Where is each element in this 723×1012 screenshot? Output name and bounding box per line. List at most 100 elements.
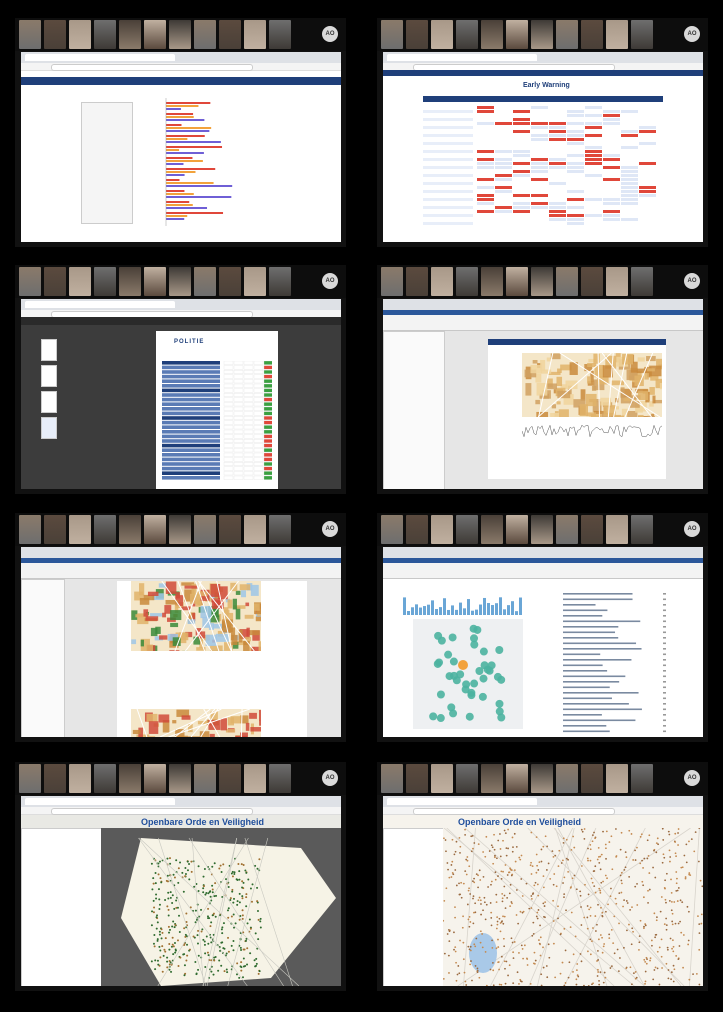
timeline-chart <box>522 424 662 438</box>
ribbon[interactable] <box>383 558 703 579</box>
participant-video <box>506 20 528 49</box>
navigation-pane[interactable] <box>21 579 65 737</box>
mini-histogram <box>403 597 522 615</box>
map-title: Openbare Orde en Veiligheid <box>141 817 265 827</box>
map-image <box>131 581 261 651</box>
shared-screen <box>21 547 341 737</box>
doc-page <box>117 581 307 737</box>
participant-video <box>506 267 528 296</box>
app-bar <box>383 70 703 76</box>
tile-6: AO <box>377 513 708 742</box>
browser-tabs <box>21 299 341 310</box>
layers-panel[interactable] <box>21 828 103 986</box>
participant-strip <box>15 18 346 51</box>
pdf-page: POLITIE <box>156 331 278 489</box>
participant-video <box>381 764 403 793</box>
participant-video <box>606 267 628 296</box>
participant-video <box>169 20 191 49</box>
participant-video <box>269 764 291 793</box>
browser-tabs <box>21 52 341 63</box>
participant-video <box>531 20 553 49</box>
participant-video <box>144 764 166 793</box>
tile-7: AO Openbare Orde en Veiligheid <box>15 762 346 991</box>
participant-video <box>244 515 266 544</box>
participant-video <box>381 515 403 544</box>
participant-video <box>169 764 191 793</box>
participant-video <box>269 267 291 296</box>
participant-video <box>119 515 141 544</box>
participant-video <box>456 20 478 49</box>
participant-video <box>406 515 428 544</box>
map-canvas[interactable] <box>443 828 703 986</box>
address-bar[interactable] <box>383 807 703 815</box>
participant-video <box>194 20 216 49</box>
participant-video <box>269 515 291 544</box>
participant-video <box>194 267 216 296</box>
participant-badge: AO <box>322 26 338 42</box>
participant-video <box>94 20 116 49</box>
participant-video <box>631 515 653 544</box>
participant-video <box>581 764 603 793</box>
shared-screen: POLITIE <box>21 299 341 489</box>
shared-screen <box>383 299 703 489</box>
ribbon[interactable] <box>383 310 703 331</box>
tile-3: AO POLITIE <box>15 265 346 494</box>
participant-video <box>406 20 428 49</box>
window-title <box>383 299 703 310</box>
participant-badge: AO <box>684 26 700 42</box>
tile-8: AO Openbare Orde en Veiligheid <box>377 762 708 991</box>
participant-video <box>456 764 478 793</box>
participant-video <box>556 20 578 49</box>
layers-panel[interactable] <box>383 828 445 986</box>
participant-video <box>381 267 403 296</box>
participant-video <box>431 764 453 793</box>
participant-video <box>144 267 166 296</box>
report-title: Early Warning <box>523 82 570 89</box>
participant-video <box>606 764 628 793</box>
tile-1: AO <box>15 18 346 247</box>
participant-video <box>431 267 453 296</box>
participant-video <box>506 515 528 544</box>
participant-badge: AO <box>684 770 700 786</box>
participant-video <box>219 20 241 49</box>
participant-video <box>556 267 578 296</box>
participant-video <box>44 267 66 296</box>
participant-video <box>244 20 266 49</box>
tile-4: AO <box>377 265 708 494</box>
embed-header <box>488 339 666 345</box>
cluster-map <box>413 619 523 729</box>
early-warning-table <box>423 96 663 225</box>
participant-badge: AO <box>684 273 700 289</box>
shared-screen: Openbare Orde en Veiligheid <box>21 796 341 986</box>
participant-video <box>94 764 116 793</box>
page-thumbnail[interactable] <box>41 339 57 361</box>
browser-tabs <box>21 796 341 807</box>
participant-video <box>44 515 66 544</box>
address-bar[interactable] <box>21 807 341 815</box>
participant-video <box>44 764 66 793</box>
participant-video <box>94 515 116 544</box>
participant-video <box>19 515 41 544</box>
map-canvas[interactable] <box>101 828 341 986</box>
participant-video <box>69 764 91 793</box>
address-bar[interactable] <box>21 63 341 71</box>
participant-badge: AO <box>322 770 338 786</box>
participant-video <box>631 20 653 49</box>
page-thumbnail[interactable] <box>41 391 57 413</box>
participant-video <box>581 515 603 544</box>
shared-screen: Openbare Orde en Veiligheid <box>383 796 703 986</box>
map-image <box>131 709 261 737</box>
ribbon[interactable] <box>21 558 341 579</box>
participant-video <box>481 20 503 49</box>
browser-tabs <box>383 52 703 63</box>
filter-panel[interactable] <box>81 102 133 224</box>
participant-video <box>119 267 141 296</box>
participant-badge: AO <box>684 521 700 537</box>
participant-video <box>606 20 628 49</box>
map-title: Openbare Orde en Veiligheid <box>458 817 582 827</box>
page-thumbnail[interactable] <box>41 417 57 439</box>
page-thumbnail[interactable] <box>41 365 57 387</box>
participant-strip <box>15 513 346 546</box>
navigation-pane[interactable] <box>383 331 445 489</box>
participant-strip <box>377 762 708 795</box>
